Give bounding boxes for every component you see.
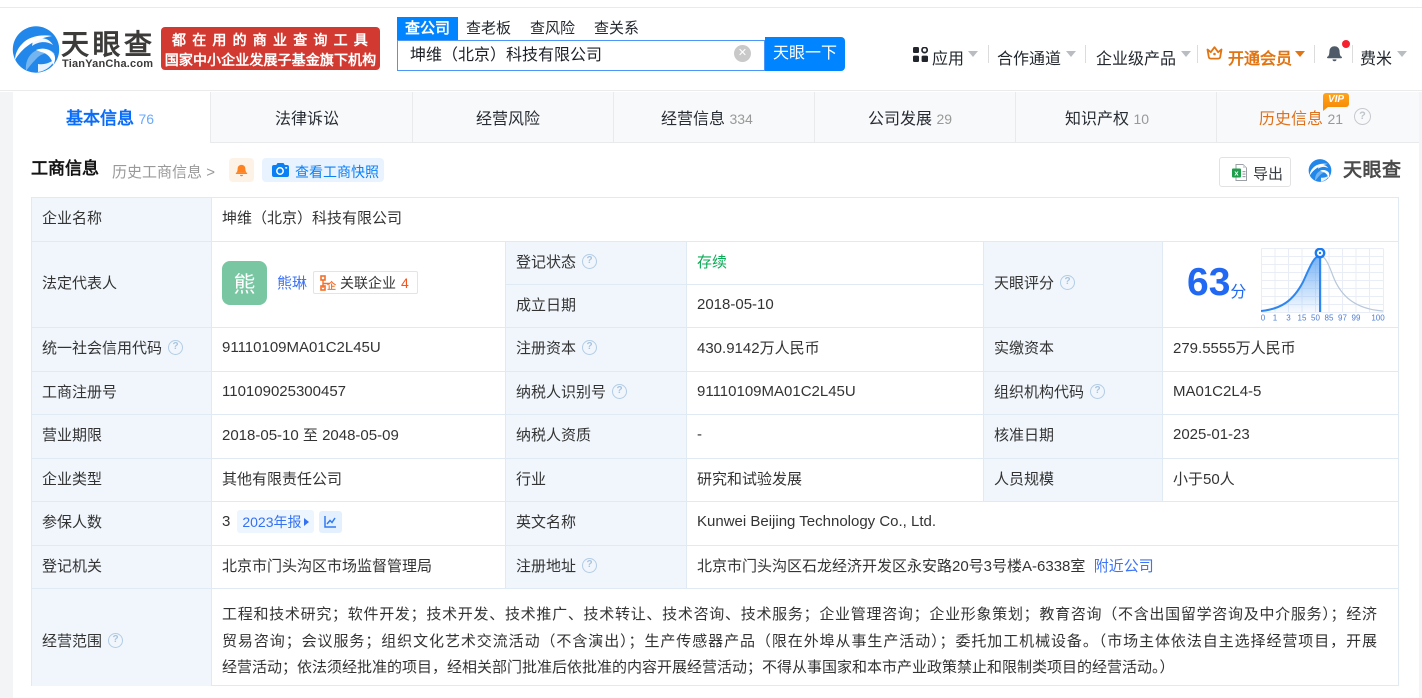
svg-text:1: 1 xyxy=(1273,314,1278,322)
svg-text:15: 15 xyxy=(1298,314,1307,322)
svg-text:0: 0 xyxy=(1261,314,1266,322)
svg-text:企: 企 xyxy=(326,280,336,291)
svg-text:3: 3 xyxy=(1287,314,1292,322)
svg-text:100: 100 xyxy=(1372,314,1386,322)
svg-text:85: 85 xyxy=(1325,314,1334,322)
svg-text:50: 50 xyxy=(1311,314,1320,322)
svg-text:97: 97 xyxy=(1338,314,1347,322)
svg-text:99: 99 xyxy=(1352,314,1361,322)
